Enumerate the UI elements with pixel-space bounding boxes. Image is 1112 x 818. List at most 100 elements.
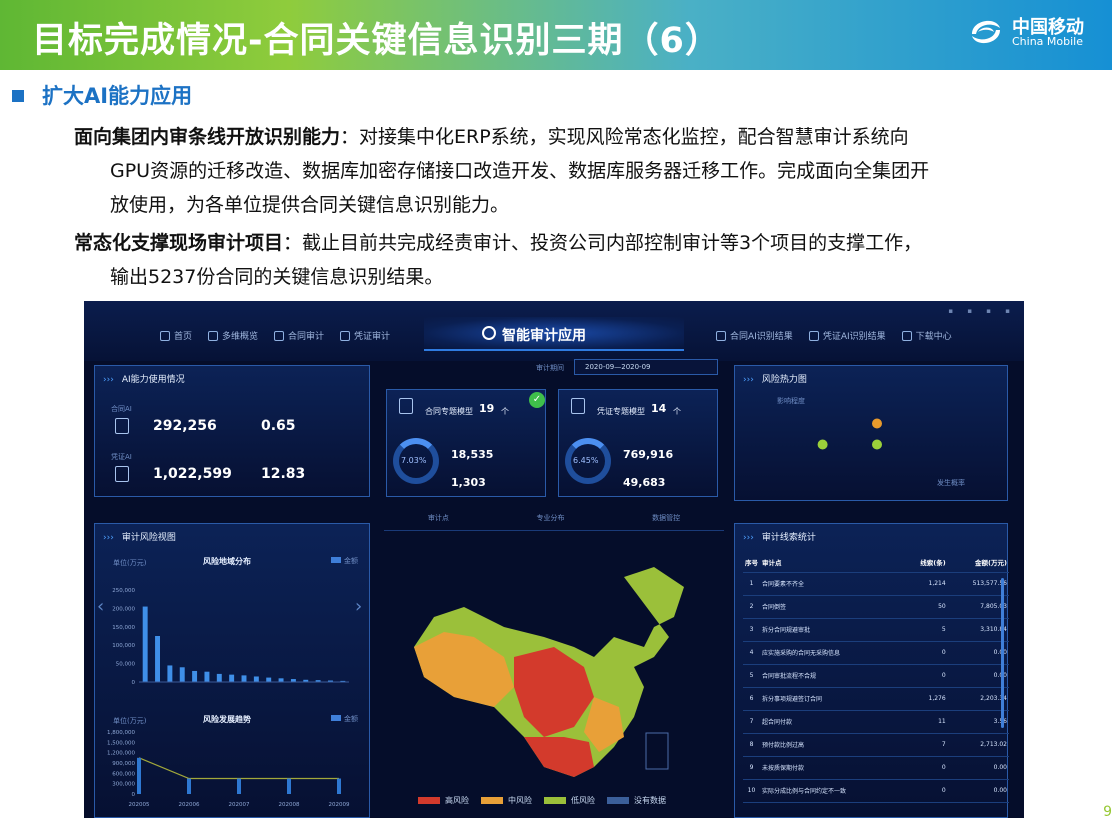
grid-icon: [208, 330, 219, 341]
row-index: 2: [743, 595, 760, 619]
table-row[interactable]: 8 预付款比例过高 7 2,713.02: [743, 733, 1009, 757]
prev-arrow-icon[interactable]: ‹: [97, 596, 104, 617]
nav-home-label: 首页: [174, 332, 193, 342]
nav-voucher-ai-result[interactable]: 凭证AI识别结果: [808, 329, 886, 342]
bar-mark[interactable]: [179, 667, 185, 682]
nav-contract-ai-result[interactable]: 合同AI识别结果: [716, 329, 793, 342]
legend-nodata-label: 没有数据: [634, 796, 666, 805]
heat-point[interactable]: [872, 439, 882, 450]
row-index: 10: [743, 779, 760, 803]
legend-swatch-icon: [331, 557, 341, 563]
voucher-model-count: 14: [651, 402, 667, 415]
legend-nodata: 没有数据: [607, 795, 666, 806]
voucher-value-1: 769,916: [623, 448, 674, 461]
table-row[interactable]: 2 合同倒签 50 7,805.03: [743, 595, 1009, 619]
bar-y-tick: 250,000: [112, 588, 135, 594]
voucher-ai-rate: 12.83: [261, 466, 306, 482]
heat-point[interactable]: [872, 418, 882, 429]
section-heading: 扩大AI能力应用: [42, 84, 193, 108]
row-clues: 1,214: [900, 572, 948, 596]
trend-line: [138, 757, 339, 780]
bar-mark[interactable]: [241, 675, 247, 682]
bar-mark[interactable]: [253, 676, 259, 682]
header-audit-point: 审计点: [760, 552, 901, 573]
app-title: 智能审计应用: [502, 328, 586, 344]
bar-mark[interactable]: [155, 636, 160, 682]
row-amount: 7,805.03: [947, 595, 1009, 619]
table-row[interactable]: 6 拆分事项规避签订合同 1,276 2,203.34: [743, 687, 1009, 711]
row-clues: 5: [900, 618, 948, 642]
contract-ring-value: 7.03%: [401, 456, 427, 465]
home-icon: [160, 330, 170, 341]
voucher-ai-label: 凭证AI: [111, 453, 132, 461]
contract-model-card[interactable]: 合同专题模型 19 个 ✓ 7.03% 18,535 1,303: [386, 389, 546, 497]
bar-mark[interactable]: [266, 677, 272, 682]
audit-risk-title: 审计风险视图: [103, 530, 176, 543]
voucher-model-card[interactable]: 凭证专题模型 14 个 6.45% 769,916 49,683: [558, 389, 718, 497]
bar-mark[interactable]: [278, 678, 284, 682]
swatch-high-icon: [418, 797, 440, 804]
trend-point[interactable]: [137, 757, 141, 794]
legend-high-label: 高风险: [445, 796, 469, 805]
table-row[interactable]: 9 未按质保期付款 0 0.00: [743, 756, 1009, 780]
bar-mark[interactable]: [216, 673, 222, 682]
row-clues: 0: [900, 641, 948, 665]
table-row[interactable]: 7超合同付款113.56: [743, 710, 1009, 734]
tab-audit-point[interactable]: 审计点: [428, 513, 449, 530]
paragraph-1-rest: ：对接集中化ERP系统，实现风险常态化监控，配合智慧审计系统向: [340, 126, 909, 148]
bar-mark[interactable]: [192, 670, 198, 682]
trend-point[interactable]: [287, 778, 291, 795]
nav-home[interactable]: 首页: [160, 329, 192, 342]
nav-voucher-audit[interactable]: 凭证审计: [340, 329, 390, 342]
table-row[interactable]: 10 实际分成比例与合同约定不一致 0 0.00: [743, 779, 1009, 803]
row-amount: 0.00: [947, 664, 1009, 688]
bar-mark[interactable]: [204, 671, 210, 682]
row-audit-point: 超合同付款: [760, 710, 901, 734]
slide-header: 目标完成情况-合同关键信息识别三期（6） 中国移动 China Mobile: [0, 0, 1112, 70]
table-row[interactable]: 3 拆分合同规避审批 5 3,310.84: [743, 618, 1009, 642]
paragraph-2-line-1: 常态化支撑现场审计项目：截止目前共完成经责审计、投资公司内部控制审计等3个项目的…: [74, 226, 922, 260]
voucher-model-label: 凭证专题模型: [597, 407, 645, 416]
table-row[interactable]: 5合同审批流程不合规00.00: [743, 664, 1009, 688]
bar-mark[interactable]: [229, 674, 235, 682]
contract-ai-rate: 0.65: [261, 418, 296, 434]
row-index: 3: [743, 618, 760, 642]
line-y-tick: 1,200,000: [107, 751, 135, 757]
nav-download-center[interactable]: 下载中心: [901, 329, 952, 342]
bar-mark[interactable]: [142, 606, 148, 682]
voucher-model-unit: 个: [673, 407, 681, 416]
bar-y-tick: 50,000: [116, 662, 136, 668]
table-scrollbar[interactable]: [1001, 578, 1004, 728]
trend-point[interactable]: [187, 778, 191, 795]
row-clues: 1,276: [900, 687, 948, 711]
date-range-picker[interactable]: 2020-09—2020-09: [574, 359, 718, 375]
line-x-tick: 202009: [329, 802, 350, 808]
center-tabs: 审计点 专业分布 数据管控: [384, 513, 724, 531]
paragraph-1-line-2: GPU资源的迁移改造、数据库加密存储接口改造开发、数据库服务器迁移工作。完成面向…: [110, 160, 930, 182]
dashboard-screenshot: ▪ ▪ ▪ ▪ 首页 多维概览 合同审计 凭证审计 智能审计应用 合同AI识别结…: [84, 301, 1024, 818]
paragraph-2-rest: ：截止目前共完成经责审计、投资公司内部控制审计等3个项目的支撑工作，: [283, 232, 923, 254]
table-row[interactable]: 1 合同要素不齐全 1,214 513,577.56: [743, 572, 1009, 596]
legend-low: 低风险: [544, 795, 595, 806]
nav-voucher-label: 凭证审计: [354, 332, 391, 342]
line-y-tick: 0: [132, 792, 136, 798]
tab-data-control[interactable]: 数据管控: [652, 513, 680, 530]
nav-contract-label: 合同审计: [288, 332, 325, 342]
next-arrow-icon[interactable]: ›: [355, 596, 362, 617]
paragraph-2-bold: 常态化支撑现场审计项目: [74, 232, 284, 254]
tab-profession[interactable]: 专业分布: [536, 513, 564, 530]
row-amount: 2,203.34: [947, 687, 1009, 711]
south-sea-inset: [645, 732, 669, 770]
heat-point[interactable]: [817, 439, 828, 450]
nav-contract-audit[interactable]: 合同审计: [274, 329, 324, 342]
china-mobile-swirl-icon: [972, 20, 1000, 44]
voucher-ai-value: 1,022,599: [153, 466, 232, 482]
line-y-tick: 300,000: [112, 782, 135, 788]
trend-point[interactable]: [237, 778, 241, 795]
audit-clue-table: 序号 审计点 线索(条) 金额(万元) 1 合同要素不齐全 1,214 513,577…: [743, 552, 1009, 803]
nav-overview[interactable]: 多维概览: [208, 329, 258, 342]
bar-mark[interactable]: [167, 665, 173, 682]
trend-point[interactable]: [337, 778, 341, 795]
ai-usage-title: AI能力使用情况: [103, 372, 185, 385]
table-row[interactable]: 4应实施采购的合同无采购信息00.00: [743, 641, 1009, 665]
